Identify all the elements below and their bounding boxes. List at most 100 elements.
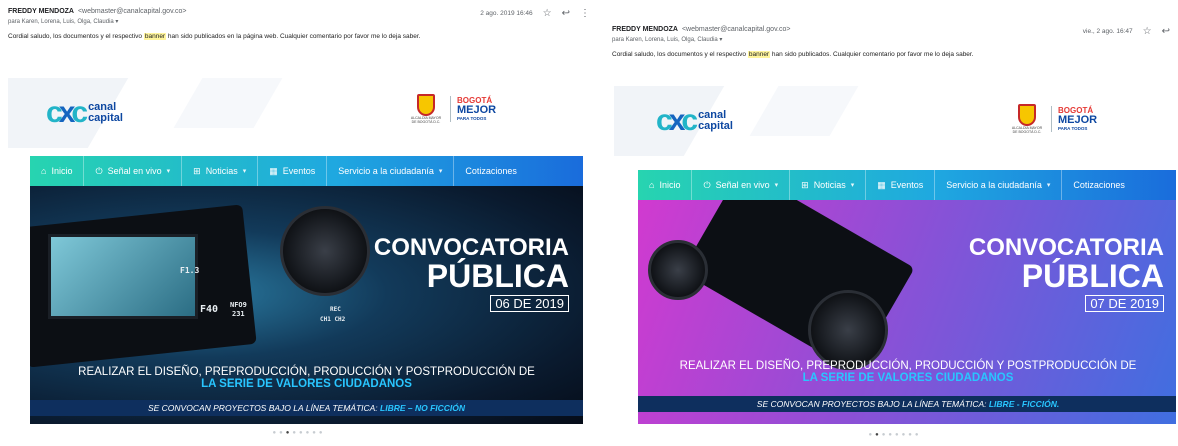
power-icon: ⏻: [703, 179, 711, 190]
bogota-logo: ALCALDÍA MAYOR DE BOGOTÁ D.C. BOGOTÁ MEJ…: [1009, 104, 1097, 134]
chevron-down-icon: ▾: [242, 168, 247, 175]
pane-divider: [598, 0, 606, 446]
convocatoria-date: 07 DE 2019: [1085, 295, 1164, 312]
banner-bottom-text: REALIZAR EL DISEÑO, PREPRODUCCIÓN, PRODU…: [30, 366, 583, 390]
email-body-text-2: han sido publicados en la página web. Cu…: [166, 33, 421, 40]
more-options-icon[interactable]: ⋮: [580, 8, 590, 19]
coat-of-arms-icon: [1018, 104, 1036, 126]
home-icon: ⌂: [649, 180, 655, 190]
nav-item-noticias[interactable]: ⊞ Noticias ▾: [182, 156, 259, 186]
carousel-dots: ●●●●●●●●: [614, 432, 1176, 438]
reply-icon[interactable]: ↩: [562, 8, 570, 19]
background-decoration: [749, 86, 859, 136]
sender-name[interactable]: FREDDY MENDOZA: [8, 8, 74, 15]
hero-banner: CONVOCATORIA PÚBLICA 07 DE 2019 REALIZAR…: [638, 200, 1176, 424]
chevron-down-icon[interactable]: ▾: [719, 37, 722, 43]
reply-icon[interactable]: ↩: [1162, 26, 1170, 37]
email-body: Cordial saludo, los documentos y el resp…: [612, 51, 1170, 58]
carousel-dot[interactable]: ●: [319, 430, 326, 436]
banner-line-1: REALIZAR EL DISEÑO, PREPRODUCCIÓN, PRODU…: [78, 366, 535, 378]
alcaldia-text: ALCALDÍA MAYOR DE BOGOTÁ D.C.: [1011, 126, 1043, 134]
banner-line-2: LA SERIE DE VALORES CIUDADANOS: [201, 378, 412, 390]
chevron-down-icon: ▾: [438, 168, 443, 175]
camera-label: 231: [232, 310, 245, 318]
nav-item-inicio[interactable]: ⌂ Inicio: [638, 170, 693, 200]
email-pane-right: FREDDY MENDOZA <webmaster@canalcapital.g…: [606, 0, 1178, 446]
nav-item-cotizaciones[interactable]: Cotizaciones: [454, 156, 528, 186]
nav-item-senal[interactable]: ⏻ Señal en vivo ▾: [692, 170, 791, 200]
camera-lens: [280, 206, 370, 296]
camera-label: REC: [330, 306, 341, 313]
nav-item-eventos[interactable]: ▦ Eventos: [258, 156, 328, 186]
camera-label: NFO9: [230, 301, 247, 309]
carousel-dots: ●●●●●●●●: [8, 430, 590, 436]
nav-item-noticias[interactable]: ⊞ Noticias ▾: [790, 170, 867, 200]
nav-item-servicio[interactable]: Servicio a la ciudadanía ▾: [935, 170, 1063, 200]
coat-of-arms-icon: [417, 94, 435, 116]
recipients: para Karen, Lorena, Luis, Olga, Claudia: [8, 19, 114, 25]
canal-capital-logo: cxc canal capital: [656, 104, 733, 138]
nav-item-inicio[interactable]: ⌂ Inicio: [30, 156, 85, 186]
sender-name[interactable]: FREDDY MENDOZA: [612, 26, 678, 33]
chevron-down-icon: ▾: [774, 182, 779, 189]
logo-mark-icon: cxc: [46, 96, 88, 129]
camera-lens: [648, 240, 708, 300]
carousel-dot[interactable]: ●: [895, 432, 902, 438]
carousel-dot-active[interactable]: ●: [875, 432, 882, 438]
canal-capital-logo: cxc canal capital: [46, 96, 123, 130]
site-nav-bar: ⌂ Inicio ⏻ Señal en vivo ▾ ⊞ Noticias ▾ ▦ Even…: [30, 156, 583, 186]
strip-lead-text: SE CONVOCAN PROYECTOS BAJO LA LÍNEA TEMÁ…: [147, 403, 381, 413]
strip-lead-text: SE CONVOCAN PROYECTOS BAJO LA LÍNEA TEMÁ…: [756, 399, 989, 409]
nav-item-eventos[interactable]: ▦ Eventos: [866, 170, 936, 200]
power-icon: ⏻: [95, 165, 103, 176]
recipients: para Karen, Lorena, Luis, Olga, Claudia: [612, 37, 718, 43]
carousel-dot[interactable]: ●: [908, 432, 915, 438]
carousel-dot[interactable]: ●: [312, 430, 319, 436]
nav-item-cotizaciones[interactable]: Cotizaciones: [1062, 170, 1136, 200]
bogota-logo: ALCALDÍA MAYOR DE BOGOTÁ D.C. BOGOTÁ MEJ…: [408, 94, 496, 124]
website-banner-image: cxc canal capital ALCALDÍA MAYOR DE BOGOT…: [614, 86, 1176, 446]
carousel-dot[interactable]: ●: [299, 430, 306, 436]
banner-bottom-text: REALIZAR EL DISEÑO, PREPRODUCCIÓN, PRODU…: [638, 360, 1176, 384]
star-icon[interactable]: ☆: [1143, 26, 1152, 37]
nav-item-senal[interactable]: ⏻ Señal en vivo ▾: [84, 156, 183, 186]
star-icon[interactable]: ☆: [543, 8, 552, 19]
mejor-text: MEJOR: [457, 104, 497, 116]
recipients-line[interactable]: para Karen, Lorena, Luis, Olga, Claudia …: [8, 18, 590, 25]
carousel-dot[interactable]: ●: [888, 432, 895, 438]
carousel-dot[interactable]: ●: [292, 430, 299, 436]
email-body-text-2: han sido publicados. Cualquier comentari…: [770, 51, 974, 58]
banner-line-1: REALIZAR EL DISEÑO, PREPRODUCCIÓN, PRODU…: [679, 360, 1137, 372]
sender-email: <webmaster@canalcapital.gov.co>: [681, 26, 791, 33]
banner-strip: SE CONVOCAN PROYECTOS BAJO LA LÍNEA TEMÁ…: [638, 396, 1176, 412]
logo-text: canal capital: [698, 109, 733, 132]
logo-divider: [1051, 106, 1052, 132]
chevron-down-icon[interactable]: ▾: [115, 19, 118, 25]
email-body: Cordial saludo, los documentos y el resp…: [8, 33, 590, 40]
carousel-dot[interactable]: ●: [279, 430, 286, 436]
email-body-text-1: Cordial saludo, los documentos y el resp…: [612, 51, 748, 58]
site-nav-bar: ⌂ Inicio ⏻ Señal en vivo ▾ ⊞ Noticias ▾ ▦ Even…: [638, 170, 1176, 200]
hero-banner: F40 NFO9 231 F1.3 REC CH1 CH2 CONVOCATOR…: [30, 186, 583, 424]
logo-divider: [450, 96, 451, 122]
nav-item-servicio[interactable]: Servicio a la ciudadanía ▾: [327, 156, 455, 186]
calendar-icon: ▦: [877, 179, 886, 190]
carousel-dot[interactable]: ●: [915, 432, 922, 438]
highlighted-word: banner: [143, 33, 167, 40]
chevron-down-icon: ▾: [850, 182, 855, 189]
email-date: 2 ago. 2019 16:46: [480, 10, 533, 17]
website-banner-image: cxc canal capital ALCALDÍA MAYOR DE BOGOT…: [8, 78, 590, 446]
para-todos-text: PARA TODOS: [457, 116, 487, 121]
calendar-icon: ▦: [269, 165, 278, 176]
screenshot-root: FREDDY MENDOZA <webmaster@canalcapital.g…: [0, 0, 1178, 446]
email-meta: vie., 2 ago. 16:47 ☆ ↩: [1083, 26, 1170, 37]
banner-line-2: LA SERIE DE VALORES CIUDADANOS: [802, 372, 1014, 384]
book-icon: ⊞: [801, 179, 809, 190]
banner-strip: SE CONVOCAN PROYECTOS BAJO LA LÍNEA TEMÁ…: [30, 400, 583, 416]
home-icon: ⌂: [41, 166, 47, 176]
recipients-line[interactable]: para Karen, Lorena, Luis, Olga, Claudia …: [612, 36, 1170, 43]
chevron-down-icon: ▾: [1046, 182, 1051, 189]
convocatoria-title: CONVOCATORIA PÚBLICA 07 DE 2019: [968, 234, 1164, 312]
camera-label: F1.3: [180, 266, 200, 275]
convocatoria-date: 06 DE 2019: [490, 295, 569, 312]
